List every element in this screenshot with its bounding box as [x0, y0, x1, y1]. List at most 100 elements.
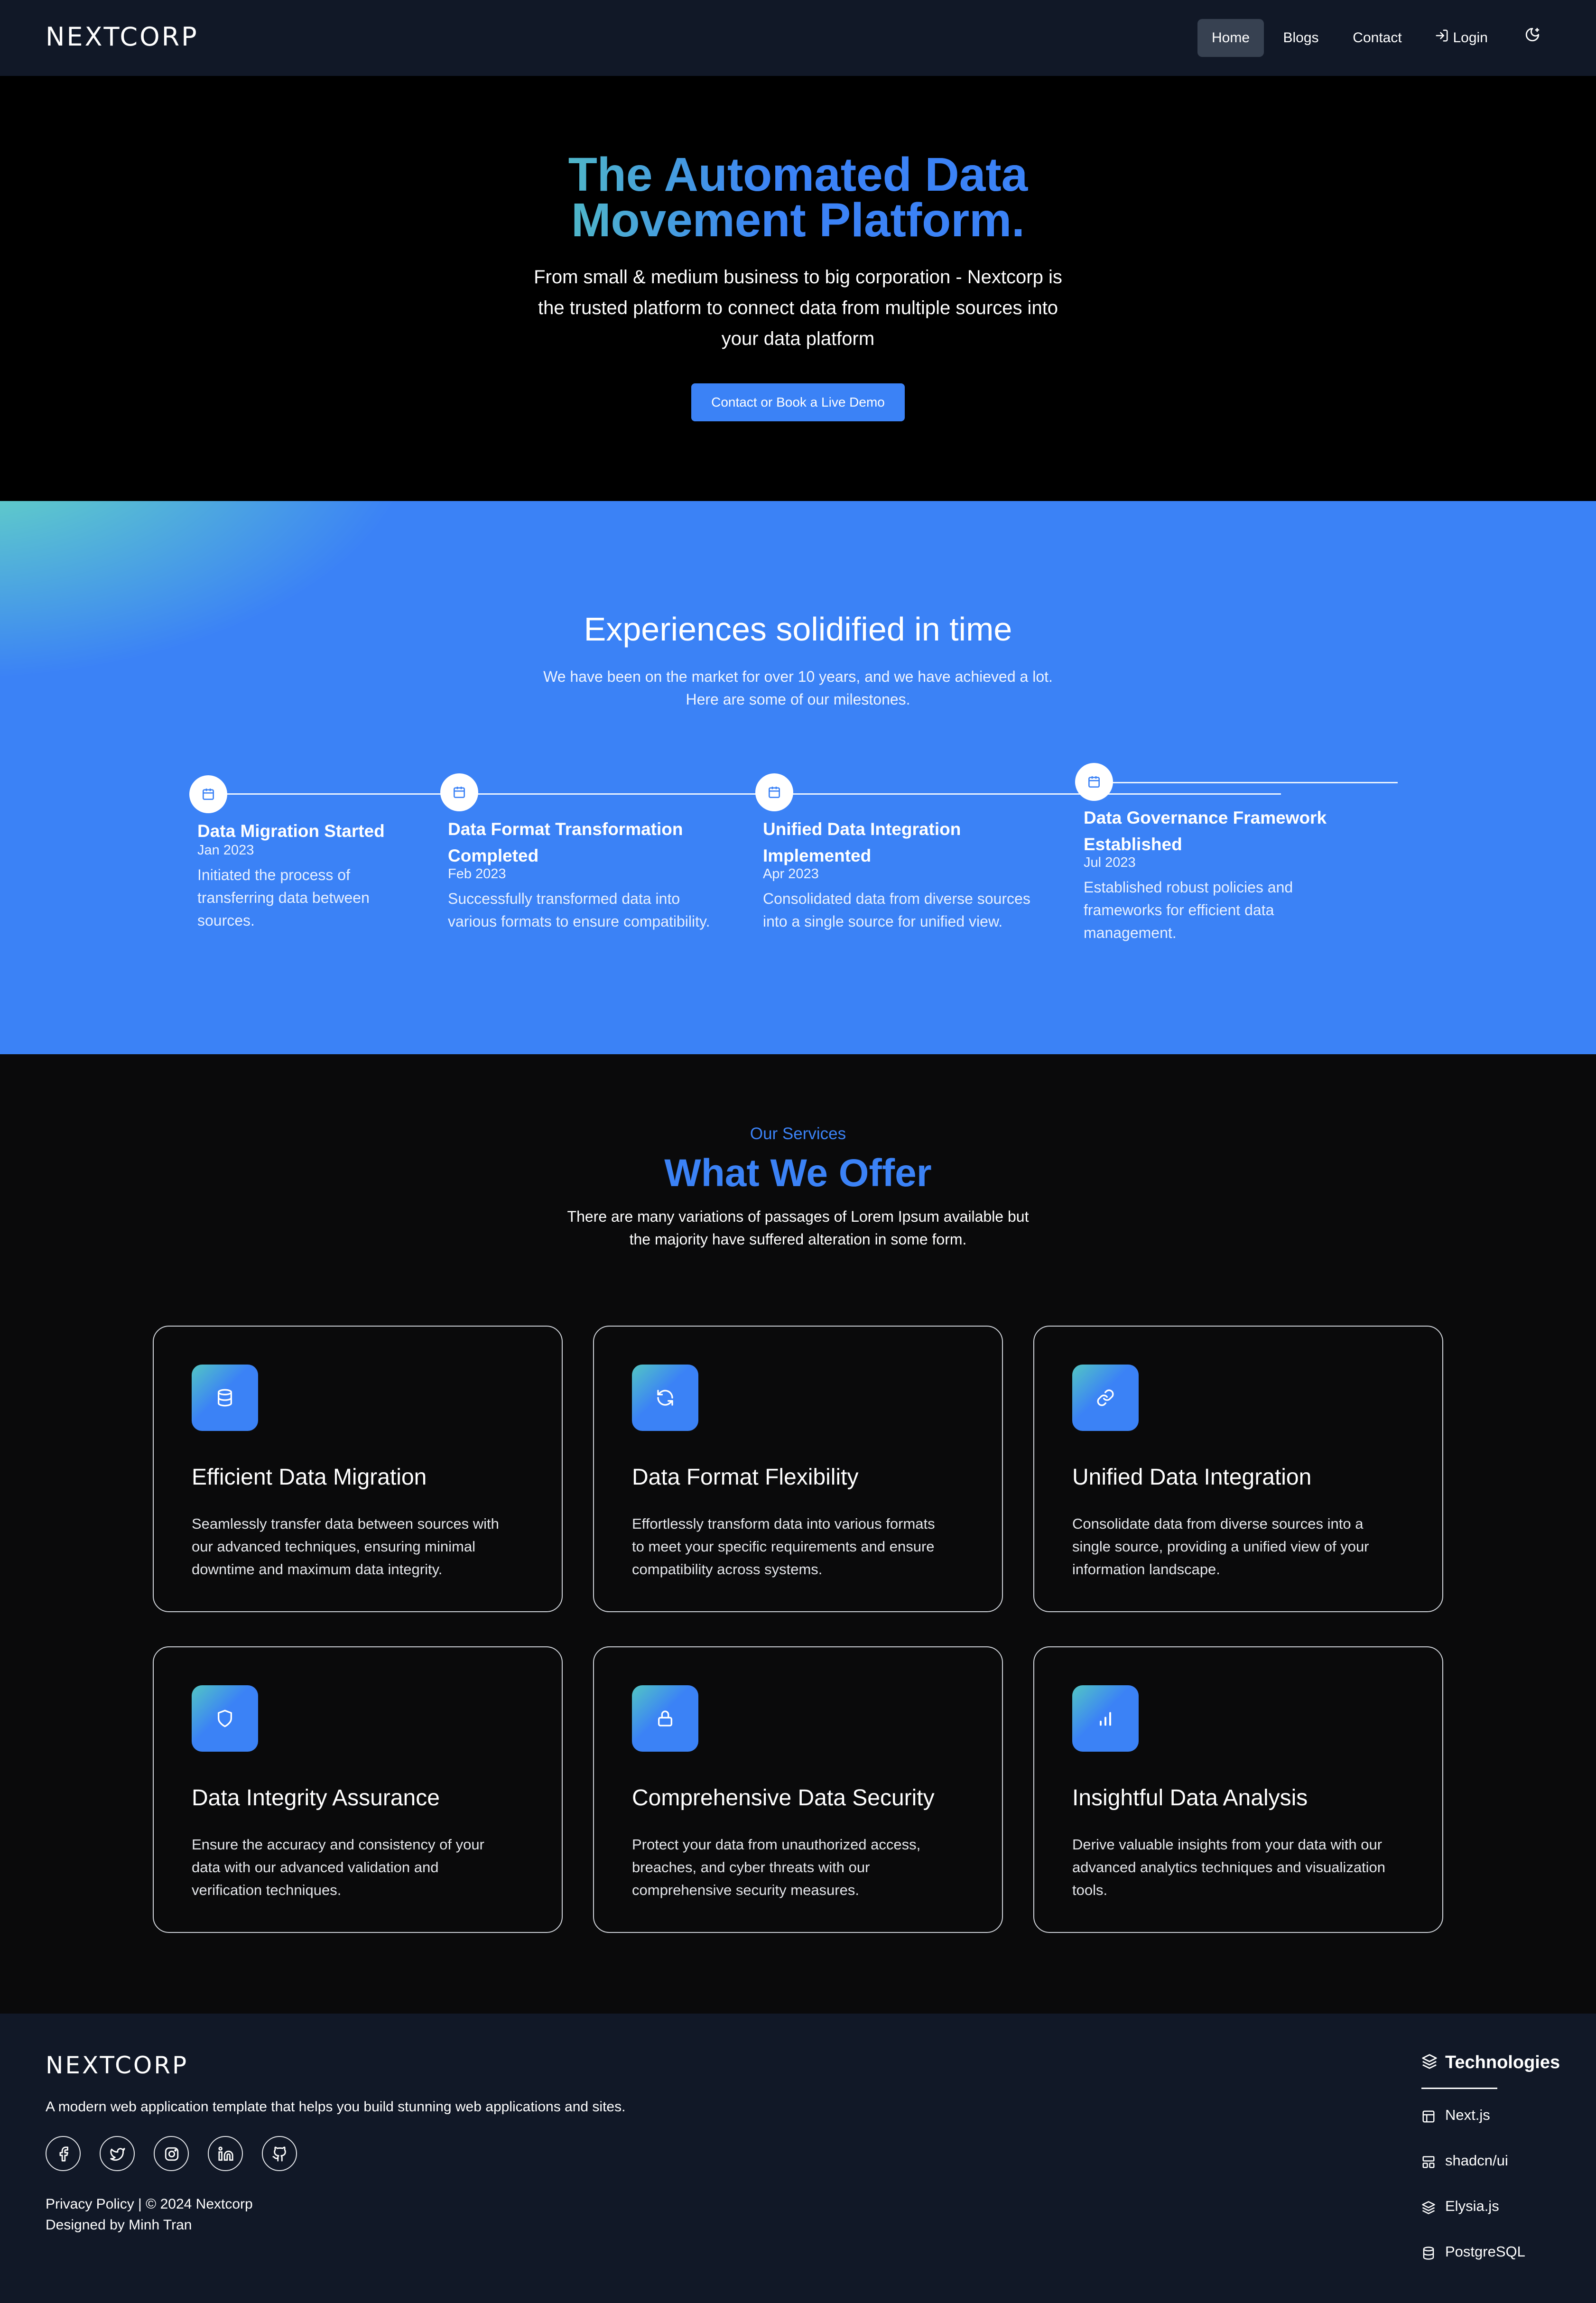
service-card-desc-line: tools.: [1072, 1882, 1108, 1898]
service-card-analysis[interactable]: Insightful Data Analysis Derive valuable…: [1033, 1646, 1443, 1933]
timeline-node: [189, 775, 227, 813]
theme-toggle-button[interactable]: [1513, 19, 1551, 57]
timeline-line: [209, 793, 1281, 795]
milestone-desc-line: various formats to ensure compatibility.: [448, 913, 710, 930]
contact-demo-button[interactable]: Contact or Book a Live Demo: [691, 383, 905, 421]
service-card-desc-line: Derive valuable insights from your data …: [1072, 1836, 1383, 1853]
milestone-desc-line: Successfully transformed data into: [448, 890, 680, 907]
nav-contact[interactable]: Contact: [1343, 19, 1412, 57]
service-card-security[interactable]: Comprehensive Data Security Protect your…: [593, 1646, 1003, 1933]
service-card-title: Unified Data Integration: [1072, 1465, 1312, 1490]
nav-blogs[interactable]: Blogs: [1273, 19, 1328, 57]
database-icon: [218, 1389, 232, 1407]
milestones-section: Experiences solidified in time We have b…: [0, 501, 1596, 1054]
service-card-format[interactable]: Data Format Flexibility Effortlessly tra…: [593, 1326, 1003, 1612]
services-subtitle-line1: There are many variations of passages of…: [567, 1208, 1029, 1225]
layers-icon: [1422, 2054, 1437, 2069]
milestone-title: Data Migration Started: [197, 818, 385, 845]
privacy-copyright-text[interactable]: Privacy Policy | © 2024 Nextcorp: [46, 2196, 253, 2212]
brand-logo[interactable]: NEXTCORP: [46, 22, 199, 52]
milestone-desc-line: Initiated the process of: [197, 866, 350, 883]
service-card-desc: Consolidate data from diverse sources in…: [1072, 1513, 1414, 1581]
milestone-title: Data Format Transformation Completed: [448, 816, 683, 869]
calendar-icon: [203, 789, 214, 800]
service-card-migration[interactable]: Efficient Data Migration Seamlessly tran…: [153, 1326, 563, 1612]
milestone-date: Jul 2023: [1084, 855, 1136, 870]
layout-icon: [1422, 2110, 1435, 2123]
milestone-desc-line: frameworks for efficient data: [1084, 901, 1274, 919]
instagram-icon: [165, 2147, 179, 2161]
lock-icon: [658, 1710, 672, 1727]
twitter-link[interactable]: [100, 2136, 135, 2171]
services-title: What We Offer: [664, 1152, 932, 1195]
facebook-icon: [59, 2146, 68, 2162]
github-link[interactable]: [262, 2136, 297, 2171]
service-card-title: Efficient Data Migration: [192, 1465, 427, 1490]
moon-icon: [1524, 19, 1540, 57]
milestone-date: Jan 2023: [197, 843, 254, 858]
hero-title-line1: The Automated Data: [568, 148, 1028, 201]
milestone-desc: Consolidated data from diverse sources i…: [763, 887, 1030, 933]
milestone-title: Unified Data Integration Implemented: [763, 816, 961, 869]
services-kicker: Our Services: [750, 1124, 846, 1143]
technologies-divider: [1421, 2088, 1497, 2089]
refresh-icon: [657, 1390, 673, 1406]
card-icon-tile: [1072, 1685, 1139, 1752]
milestone-desc-line: Established robust policies and: [1084, 879, 1293, 896]
milestone-title-line: Data Governance Framework: [1084, 808, 1327, 827]
service-card-desc-line: information landscape.: [1072, 1561, 1220, 1578]
card-icon-tile: [192, 1685, 258, 1752]
components-icon: [1422, 2156, 1435, 2168]
nav-login[interactable]: Login: [1423, 19, 1499, 57]
milestones-subtitle-line2: Here are some of our milestones.: [686, 691, 910, 708]
milestone-desc-line: transferring data between: [197, 889, 370, 906]
designer-credit: Designed by Minh Tran: [46, 2217, 192, 2233]
calendar-icon: [454, 787, 465, 798]
service-card-desc: Protect your data from unauthorized acce…: [632, 1833, 974, 1902]
linkedin-link[interactable]: [208, 2136, 243, 2171]
footer-legal: Privacy Policy | © 2024 Nextcorp Designe…: [46, 2194, 253, 2236]
linkedin-icon: [218, 2146, 233, 2161]
service-card-desc-line: compatibility across systems.: [632, 1561, 823, 1578]
milestones-subtitle-line1: We have been on the market for over 10 y…: [543, 668, 1053, 685]
service-card-desc-line: Consolidate data from diverse sources in…: [1072, 1515, 1364, 1532]
tech-item-label: Elysia.js: [1445, 2198, 1499, 2214]
services-section: Our Services What We Offer There are man…: [0, 1054, 1596, 2014]
milestone-desc-line: Consolidated data from diverse sources: [763, 890, 1030, 907]
service-card-desc: Seamlessly transfer data between sources…: [192, 1513, 533, 1581]
calendar-icon: [769, 787, 780, 798]
layers-icon: [1422, 2201, 1435, 2214]
database-icon: [1423, 2247, 1434, 2260]
milestone-title-line: Implemented: [763, 846, 872, 865]
tech-item-label: PostgreSQL: [1445, 2243, 1525, 2260]
timeline-line-end: [1094, 782, 1398, 783]
service-card-desc-line: Effortlessly transform data into various…: [632, 1515, 935, 1532]
top-navbar: NEXTCORP Home Blogs Contact Login: [0, 0, 1596, 76]
bar-chart-icon: [1100, 1712, 1111, 1726]
technologies-title: Technologies: [1445, 2052, 1560, 2072]
timeline-node: [440, 773, 478, 811]
milestone-desc: Initiated the process of transferring da…: [197, 864, 370, 932]
hero-title: The Automated Data Movement Platform.: [0, 148, 1596, 247]
nav-home[interactable]: Home: [1197, 19, 1264, 57]
service-card-desc-line: data with our advanced validation and: [192, 1859, 439, 1876]
timeline-node: [1075, 763, 1113, 801]
service-card-integration[interactable]: Unified Data Integration Consolidate dat…: [1033, 1326, 1443, 1612]
service-card-desc-line: our advanced techniques, ensuring minima…: [192, 1538, 475, 1555]
service-card-desc: Ensure the accuracy and consistency of y…: [192, 1833, 533, 1902]
milestone-title-line: Completed: [448, 846, 539, 865]
service-card-title: Comprehensive Data Security: [632, 1785, 935, 1811]
hero-subtitle: From small & medium business to big corp…: [534, 267, 1062, 349]
footer-logo[interactable]: NEXTCORP: [46, 2052, 188, 2079]
service-card-title: Insightful Data Analysis: [1072, 1785, 1308, 1811]
facebook-link[interactable]: [46, 2136, 81, 2171]
milestone-title-line: Data Migration Started: [197, 821, 385, 841]
service-card-desc-line: single source, providing a unified view …: [1072, 1538, 1369, 1555]
service-card-integrity[interactable]: Data Integrity Assurance Ensure the accu…: [153, 1646, 563, 1933]
service-card-desc-line: comprehensive security measures.: [632, 1882, 859, 1898]
milestone-desc: Successfully transformed data into vario…: [448, 887, 710, 933]
instagram-link[interactable]: [154, 2136, 189, 2171]
milestones-title: Experiences solidified in time: [584, 611, 1012, 648]
hero-title-line2: Movement Platform.: [571, 194, 1025, 247]
tech-item-label: Next.js: [1445, 2107, 1490, 2123]
